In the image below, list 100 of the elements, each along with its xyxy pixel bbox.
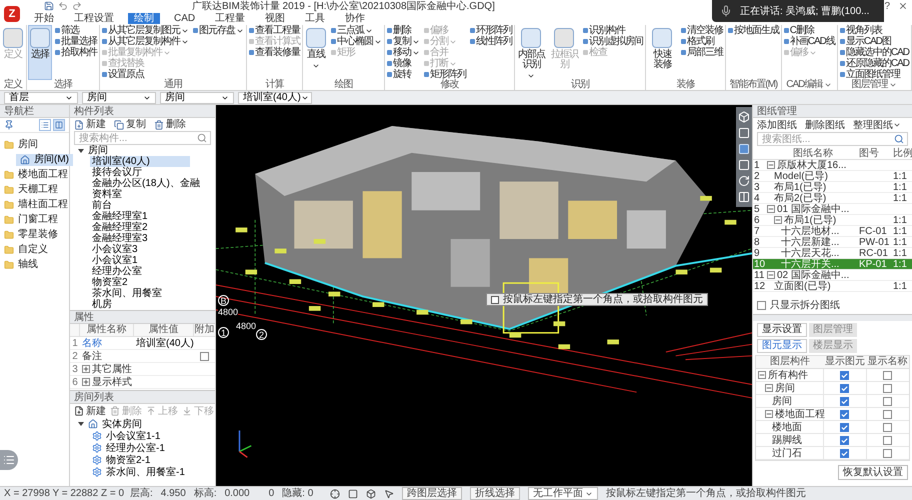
ribbon-button[interactable]: 镜像 xyxy=(386,58,421,69)
ribbon-button[interactable]: 查看装修量 xyxy=(248,47,301,58)
ribbon-button[interactable]: 复制 xyxy=(386,36,421,47)
nav-item[interactable]: 楼地面工程 xyxy=(0,167,69,182)
tree-item[interactable]: 茶水间、用餐室-1 xyxy=(70,466,215,478)
checkbox[interactable] xyxy=(840,410,850,418)
undo-icon[interactable] xyxy=(58,1,68,11)
ribbon-button[interactable]: 拾取构件 xyxy=(54,47,98,58)
search-field[interactable]: 搜索图纸... xyxy=(757,132,908,146)
table-row[interactable]: 6 布局1(已导) 1:1 xyxy=(753,215,912,226)
checkbox[interactable] xyxy=(840,422,850,432)
reset-button[interactable]: 恢复默认设置 xyxy=(838,465,908,480)
status-button[interactable]: 折线选择 xyxy=(470,487,520,500)
ribbon-button[interactable]: 批量选择 xyxy=(54,36,98,47)
collapse-toggle[interactable] xyxy=(767,271,775,279)
ribbon-button[interactable]: 三点弧 xyxy=(330,25,383,36)
collapse-toggle[interactable] xyxy=(767,205,775,213)
ribbon-button[interactable]: 矩形阵列 xyxy=(423,69,467,80)
panel-view-icon[interactable] xyxy=(53,119,65,131)
ribbon-button[interactable]: 隐藏选中的CAD xyxy=(838,47,910,58)
dropdown-select[interactable]: 房间 xyxy=(82,92,156,104)
group-menu-button[interactable]: 图层管理 xyxy=(851,80,898,90)
collapse-toggle[interactable] xyxy=(767,161,775,169)
checkbox[interactable] xyxy=(840,436,850,444)
checkbox[interactable] xyxy=(757,301,766,310)
panel-tab[interactable]: 显示设置 xyxy=(757,323,807,337)
tree-item[interactable]: 小会议室1 xyxy=(90,255,140,266)
checkbox[interactable] xyxy=(840,396,850,406)
toolbar-button[interactable]: 整理图纸 xyxy=(853,120,901,130)
expand-toggle[interactable] xyxy=(82,378,90,386)
table-row[interactable]: 5 01 国际金融中... xyxy=(753,204,912,215)
ribbon-button[interactable]: 中心椭圆 xyxy=(330,36,383,47)
pin-icon[interactable] xyxy=(4,120,14,130)
tree-item[interactable]: 物资室2 xyxy=(90,277,130,288)
menu-tab[interactable]: 开始 xyxy=(28,13,60,24)
ribbon-button[interactable]: 从其它层复制构件 xyxy=(101,36,190,47)
ribbon-button[interactable]: 筛选 xyxy=(54,25,98,36)
ribbon-button[interactable]: 立面图纸管理 xyxy=(838,69,910,80)
ribbon-button[interactable]: 直线 xyxy=(304,25,328,80)
nav-item[interactable]: 天棚工程 xyxy=(0,182,69,197)
nav-item[interactable]: 零星装修 xyxy=(0,227,69,242)
ribbon-button[interactable]: 移动 xyxy=(386,47,421,58)
collapse-toggle[interactable] xyxy=(765,384,773,392)
ribbon-button[interactable]: 还原隐藏的CAD xyxy=(838,58,910,69)
checkbox[interactable] xyxy=(883,370,892,380)
snap-icon[interactable] xyxy=(330,488,340,498)
ribbon-button[interactable]: 从其它层复制图元 xyxy=(101,25,190,36)
checkbox[interactable] xyxy=(883,448,892,458)
ribbon-button[interactable]: 补画CAD线 xyxy=(782,36,836,47)
tree-item[interactable]: 机房 xyxy=(90,299,114,310)
ribbon-button[interactable]: C删除 xyxy=(782,25,836,36)
nav-item[interactable]: 房间(M) xyxy=(16,154,73,166)
table-row[interactable]: 8 十六层新建... PW-01 1:1 xyxy=(753,237,912,248)
menu-tab[interactable]: 工程量 xyxy=(209,13,252,24)
ribbon-button[interactable]: 识别构件 xyxy=(582,25,644,36)
ribbon-button[interactable]: 环形阵列 xyxy=(469,25,513,36)
tree-item[interactable]: 金融经理室1 xyxy=(90,211,150,222)
checkbox[interactable] xyxy=(883,410,892,418)
table-row[interactable]: 10 十六层开关... KP-01 1:1 xyxy=(753,259,912,270)
nav-item[interactable]: 门窗工程 xyxy=(0,212,69,227)
redo-icon[interactable] xyxy=(72,1,82,11)
checkbox[interactable] xyxy=(840,384,850,392)
expand-toggle[interactable] xyxy=(82,365,90,373)
ribbon-button[interactable]: 删除 xyxy=(386,25,421,36)
save-icon[interactable] xyxy=(44,1,54,11)
ribbon-button[interactable]: 线性阵列 xyxy=(469,36,513,47)
checkbox[interactable] xyxy=(200,352,209,360)
dropdown-select[interactable]: 培训室(40人) xyxy=(238,92,312,104)
nav-item[interactable]: 房间 xyxy=(0,137,69,152)
tree-item[interactable]: 培训室(40人) xyxy=(90,156,190,167)
toolbar-button[interactable]: 删除图纸 xyxy=(805,120,845,130)
table-row[interactable]: 7 十六层地材... FC-01 1:1 xyxy=(753,226,912,237)
ribbon-button[interactable]: 选择 xyxy=(28,25,52,80)
tree-item[interactable]: 金融办公区(18人)、金融资料室 xyxy=(90,178,211,200)
menu-tab[interactable]: CAD xyxy=(168,13,202,24)
checkbox[interactable] xyxy=(883,436,892,444)
panel-tab[interactable]: 图元显示 xyxy=(757,339,807,353)
menu-tab[interactable]: 视图 xyxy=(259,13,292,24)
tree-item[interactable]: 前台 xyxy=(90,200,114,211)
plane-select[interactable]: 无工作平面 xyxy=(528,487,598,500)
checkbox[interactable] xyxy=(840,448,850,458)
table-row[interactable]: 3 布局1(已导) 1:1 xyxy=(753,182,912,193)
table-row[interactable]: 11 02 国际金融中... xyxy=(753,270,912,281)
cube-icon[interactable] xyxy=(366,488,376,498)
collapse-toggle[interactable] xyxy=(774,216,782,224)
collapse-toggle[interactable] xyxy=(758,371,766,379)
close-icon[interactable] xyxy=(898,1,908,11)
menu-tab[interactable]: 协作 xyxy=(339,13,372,24)
ribbon-button[interactable]: 查看工程量 xyxy=(248,25,301,36)
nav-item[interactable]: 墙柱面工程 xyxy=(0,197,69,212)
rotate-icon[interactable] xyxy=(738,175,750,187)
nav-item[interactable]: 自定义 xyxy=(0,242,69,257)
tree-item[interactable]: 金融经理室3 xyxy=(90,233,150,244)
tree-item[interactable]: 房间 xyxy=(70,145,215,156)
status-button[interactable]: 跨图层选择 xyxy=(402,487,462,500)
tree-item[interactable]: 茶水间、用餐室 xyxy=(90,288,164,299)
tree-item[interactable]: 经理办公室-1 xyxy=(70,442,215,454)
ribbon-button[interactable]: 快速装修 xyxy=(646,25,678,80)
search-field[interactable]: 搜索构件... xyxy=(74,131,211,145)
nav-item[interactable]: 轴线 xyxy=(0,257,69,272)
